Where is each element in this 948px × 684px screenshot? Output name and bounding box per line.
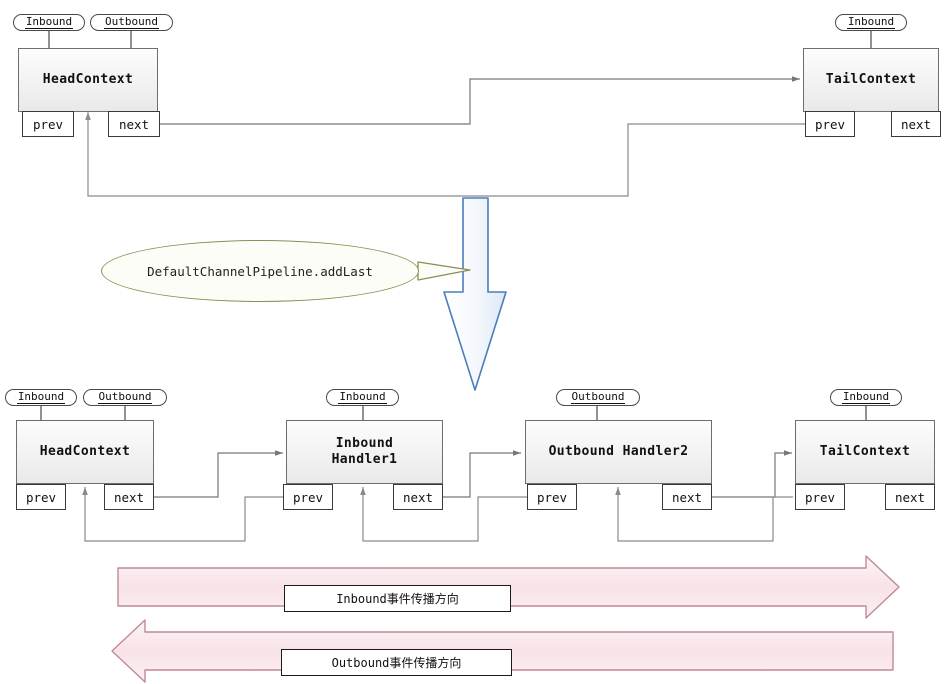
callout-addlast: DefaultChannelPipeline.addLast [101, 240, 419, 302]
slot-next-outbound-handler2[interactable]: next [662, 484, 712, 510]
node-outbound-handler2[interactable]: Outbound Handler2 [525, 420, 712, 484]
tag-inbound-handler1: Inbound [326, 389, 399, 406]
tag-inbound-tail-top: Inbound [835, 14, 907, 31]
node-tail-context-top[interactable]: TailContext [803, 48, 939, 112]
slot-next-head-bottom[interactable]: next [104, 484, 154, 510]
node-label: TailContext [819, 443, 911, 459]
connector-head-next-to-tail [160, 76, 800, 125]
connector-head2-next-to-inbound1 [154, 450, 283, 498]
node-label: Inbound Handler1 [331, 435, 398, 467]
tag-stems-top [48, 31, 872, 48]
slot-next-tail-top[interactable]: next [891, 111, 941, 137]
pipeline-diagram: HeadContext Inbound Outbound prev next T… [0, 0, 948, 684]
slot-prev-head-bottom[interactable]: prev [16, 484, 66, 510]
slot-label: prev [25, 489, 57, 505]
callout-text: DefaultChannelPipeline.addLast [147, 263, 373, 279]
connector-inbound1-next-to-outbound2 [443, 450, 521, 498]
node-head-context-bottom[interactable]: HeadContext [16, 420, 154, 484]
tag-outbound-head-top: Outbound [90, 14, 173, 31]
tag-inbound-tail-bottom: Inbound [830, 389, 902, 406]
node-label: Outbound Handler2 [548, 443, 689, 459]
node-label: TailContext [825, 71, 917, 87]
connector-outbound2-prev-to-inbound1 [360, 487, 527, 542]
slot-next-inbound-handler1[interactable]: next [393, 484, 443, 510]
tag-outbound-handler2: Outbound [556, 389, 640, 406]
slot-label: next [900, 116, 932, 132]
tag-outbound-head-bottom: Outbound [83, 389, 167, 406]
pipeline-transform-arrow [443, 197, 507, 391]
slot-label: prev [536, 489, 568, 505]
slot-label: next [894, 489, 926, 505]
node-head-context-top[interactable]: HeadContext [18, 48, 158, 112]
slot-label: next [671, 489, 703, 505]
node-label: HeadContext [39, 443, 131, 459]
connector-outbound2-next-to-tail2 [712, 450, 792, 498]
slot-prev-tail-top[interactable]: prev [805, 111, 855, 137]
slot-label: prev [804, 489, 836, 505]
slot-prev-outbound-handler2[interactable]: prev [527, 484, 577, 510]
tag-stems-bottom [40, 406, 867, 420]
slot-next-head-top[interactable]: next [108, 111, 160, 137]
slot-prev-inbound-handler1[interactable]: prev [283, 484, 333, 510]
node-inbound-handler1[interactable]: Inbound Handler1 [286, 420, 443, 484]
slot-next-tail-bottom[interactable]: next [885, 484, 935, 510]
slot-label: prev [292, 489, 324, 505]
tag-inbound-head-top: Inbound [13, 14, 85, 31]
slot-label: next [118, 116, 150, 132]
slot-prev-tail-bottom[interactable]: prev [795, 484, 845, 510]
slot-label: next [402, 489, 434, 505]
inbound-direction-label: Inbound事件传播方向 [284, 585, 511, 612]
node-label: HeadContext [42, 71, 134, 87]
slot-prev-head-top[interactable]: prev [22, 111, 74, 137]
slot-label: next [113, 489, 145, 505]
tag-inbound-head-bottom: Inbound [5, 389, 77, 406]
node-tail-context-bottom[interactable]: TailContext [795, 420, 935, 484]
slot-label: prev [814, 116, 846, 132]
slot-label: prev [32, 116, 64, 132]
outbound-direction-label: Outbound事件传播方向 [281, 649, 512, 676]
